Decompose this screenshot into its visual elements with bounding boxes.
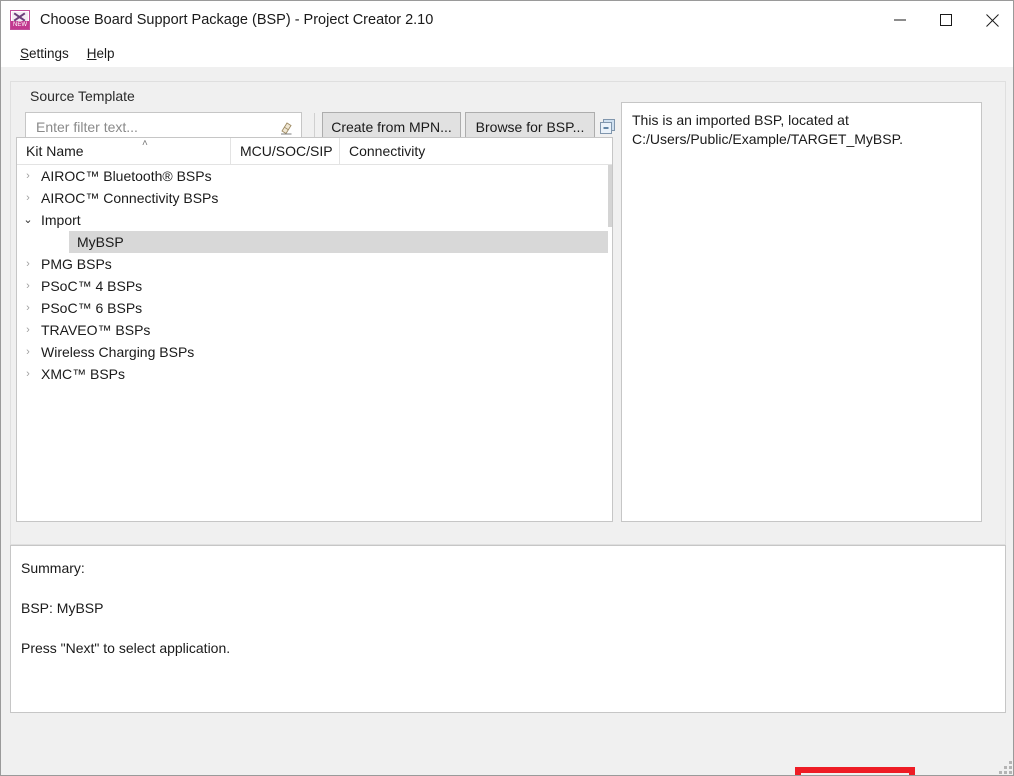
maximize-icon: [940, 14, 952, 26]
tree-item-label: PSoC™ 6 BSPs: [41, 300, 143, 316]
next-button-highlight-annotation: [795, 767, 915, 775]
minimize-icon: [894, 19, 906, 21]
chevron-right-icon[interactable]: ›: [17, 297, 39, 319]
maximize-button[interactable]: [923, 1, 969, 39]
resize-grip-icon[interactable]: [999, 761, 1012, 774]
new-project-icon: NEW: [10, 10, 30, 30]
tree-header: Kit Name ˄ MCU/SOC/SIP Connectivity: [17, 138, 612, 165]
menu-settings-mnemonic: S: [20, 45, 30, 61]
tree-item-psoc-6-bsps[interactable]: › PSoC™ 6 BSPs: [17, 297, 612, 319]
title-bar: NEW Choose Board Support Package (BSP) -…: [1, 1, 1013, 39]
chevron-right-icon[interactable]: ›: [17, 165, 39, 187]
tree-item-pmg-bsps[interactable]: › PMG BSPs: [17, 253, 612, 275]
menu-bar: Settings Help: [1, 39, 1013, 67]
tree-item-label: AIROC™ Connectivity BSPs: [41, 190, 219, 206]
tree-item-label: AIROC™ Bluetooth® BSPs: [41, 168, 212, 184]
summary-bsp-line: BSP: MyBSP: [21, 600, 104, 616]
tree-item-xmc-bsps[interactable]: › XMC™ BSPs: [17, 363, 612, 385]
summary-heading: Summary:: [21, 560, 85, 576]
tree-item-label: PMG BSPs: [41, 256, 112, 272]
window-title: Choose Board Support Package (BSP) - Pro…: [40, 12, 434, 28]
eraser-icon[interactable]: [278, 120, 294, 136]
sort-ascending-icon: ˄: [142, 138, 148, 149]
collapse-all-icon[interactable]: [599, 118, 617, 136]
bsp-tree-panel[interactable]: Kit Name ˄ MCU/SOC/SIP Connectivity › AI…: [16, 137, 613, 522]
column-header-kit-name[interactable]: Kit Name ˄: [17, 138, 230, 164]
tree-body: › AIROC™ Bluetooth® BSPs › AIROC™ Connec…: [17, 165, 612, 521]
tree-item-label: Import: [41, 212, 81, 228]
menu-help-mnemonic: H: [86, 45, 97, 61]
tree-item-airoc-connectivity-bsps[interactable]: › AIROC™ Connectivity BSPs: [17, 187, 612, 209]
close-button[interactable]: [969, 1, 1013, 39]
close-icon: [985, 13, 999, 27]
chevron-right-icon[interactable]: ›: [17, 187, 39, 209]
chevron-down-icon[interactable]: ⌄: [17, 209, 39, 231]
chevron-right-icon[interactable]: ›: [17, 341, 39, 363]
tree-item-traveo-bsps[interactable]: › TRAVEO™ BSPs: [17, 319, 612, 341]
tree-item-mybsp[interactable]: MyBSP: [17, 231, 612, 253]
source-template-title: Source Template: [25, 88, 140, 104]
column-header-kit-name-label: Kit Name: [26, 143, 84, 159]
tree-item-wireless-charging-bsps[interactable]: › Wireless Charging BSPs: [17, 341, 612, 363]
menu-settings-label: ettings: [29, 45, 69, 61]
tree-item-label: MyBSP: [69, 231, 612, 253]
scrollbar-thumb[interactable]: [608, 165, 612, 227]
chevron-right-icon[interactable]: ›: [17, 275, 39, 297]
chevron-right-icon[interactable]: ›: [17, 319, 39, 341]
client-area: Source Template Create from MPN... Brows…: [1, 67, 1013, 775]
tree-item-airoc-bluetooth-bsps[interactable]: › AIROC™ Bluetooth® BSPs: [17, 165, 612, 187]
project-creator-window: NEW Choose Board Support Package (BSP) -…: [0, 0, 1014, 776]
column-header-mcu-soc-sip[interactable]: MCU/SOC/SIP: [230, 138, 339, 164]
menu-help-label: elp: [96, 45, 115, 61]
tree-item-label: Wireless Charging BSPs: [41, 344, 195, 360]
menu-settings[interactable]: Settings: [12, 43, 77, 64]
tree-item-import[interactable]: ⌄ Import: [17, 209, 612, 231]
tree-item-label: PSoC™ 4 BSPs: [41, 278, 143, 294]
bsp-description-panel: This is an imported BSP, located at C:/U…: [621, 102, 982, 522]
tree-item-label: XMC™ BSPs: [41, 366, 126, 382]
tree-item-label: TRAVEO™ BSPs: [41, 322, 151, 338]
search-input[interactable]: [34, 118, 268, 136]
menu-help[interactable]: Help: [79, 43, 123, 64]
column-header-connectivity[interactable]: Connectivity: [339, 138, 612, 164]
chevron-right-icon[interactable]: ›: [17, 363, 39, 385]
tree-item-psoc-4-bsps[interactable]: › PSoC™ 4 BSPs: [17, 275, 612, 297]
window-controls: [877, 1, 1013, 39]
summary-panel: Summary: BSP: MyBSP Press "Next" to sele…: [10, 545, 1006, 713]
chevron-right-icon[interactable]: ›: [17, 253, 39, 275]
minimize-button[interactable]: [877, 1, 923, 39]
tree-vertical-scrollbar[interactable]: [608, 165, 612, 521]
summary-instruction-line: Press "Next" to select application.: [21, 640, 231, 656]
